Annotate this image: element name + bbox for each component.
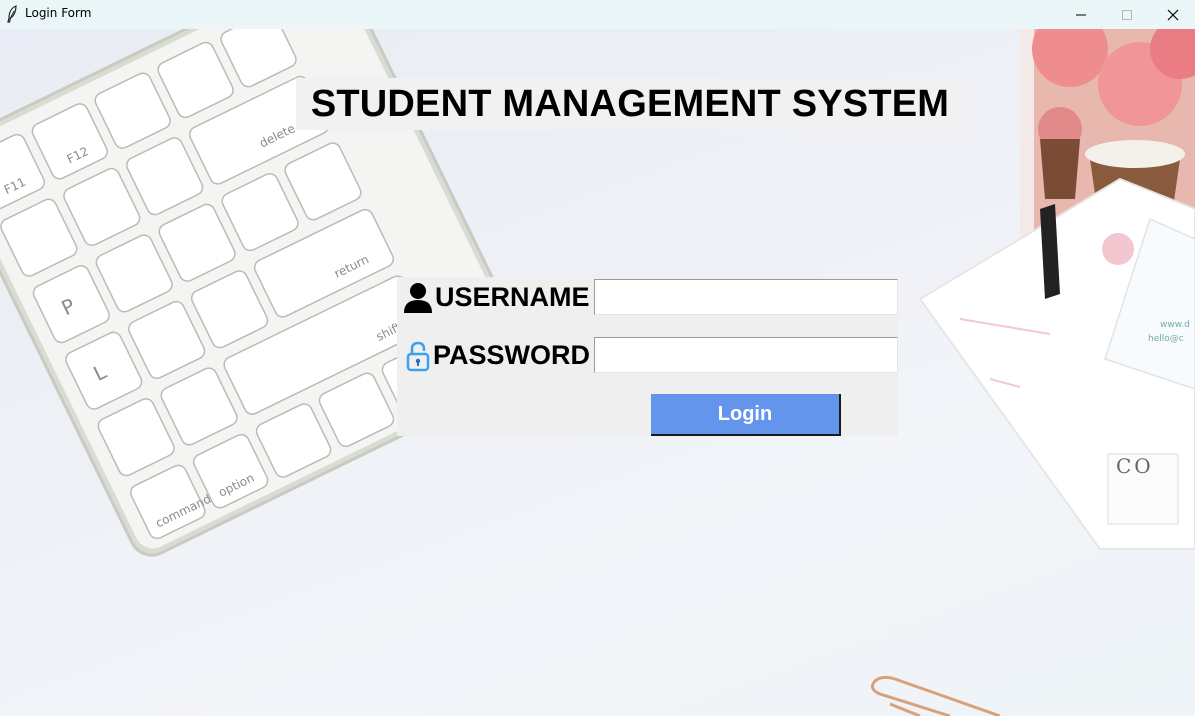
window-titlebar: Login Form: [0, 0, 1195, 29]
username-input[interactable]: [594, 279, 898, 315]
username-row: USERNAME: [397, 279, 898, 315]
close-icon: [1167, 9, 1179, 20]
card-url-text: www.d: [1160, 320, 1190, 330]
postcard-text: CO: [1116, 454, 1154, 478]
background-scene: F11 F12 delete return shift command opti…: [0, 29, 1195, 716]
lock-icon: [406, 341, 430, 372]
password-row: PASSWORD: [397, 337, 898, 373]
username-label: USERNAME: [435, 282, 590, 312]
password-label: PASSWORD: [433, 340, 591, 370]
card-email-text: hello@c: [1148, 334, 1184, 344]
password-input[interactable]: [594, 337, 898, 373]
window-title: Login Form: [25, 6, 92, 20]
postcard-illustration: CO www.d hello@c: [918, 177, 1195, 550]
paperclip-illustration: [870, 675, 1001, 716]
minimize-button[interactable]: [1058, 0, 1104, 29]
feather-icon: [7, 5, 17, 23]
maximize-button[interactable]: [1104, 0, 1150, 29]
login-button[interactable]: Login: [651, 394, 841, 436]
page-title: STUDENT MANAGEMENT SYSTEM: [296, 78, 964, 130]
login-form-panel: USERNAME PASSWORD Login: [397, 277, 898, 436]
close-button[interactable]: [1150, 0, 1195, 29]
user-icon: [404, 283, 432, 313]
maximize-icon: [1122, 9, 1132, 20]
minimize-icon: [1076, 14, 1086, 15]
